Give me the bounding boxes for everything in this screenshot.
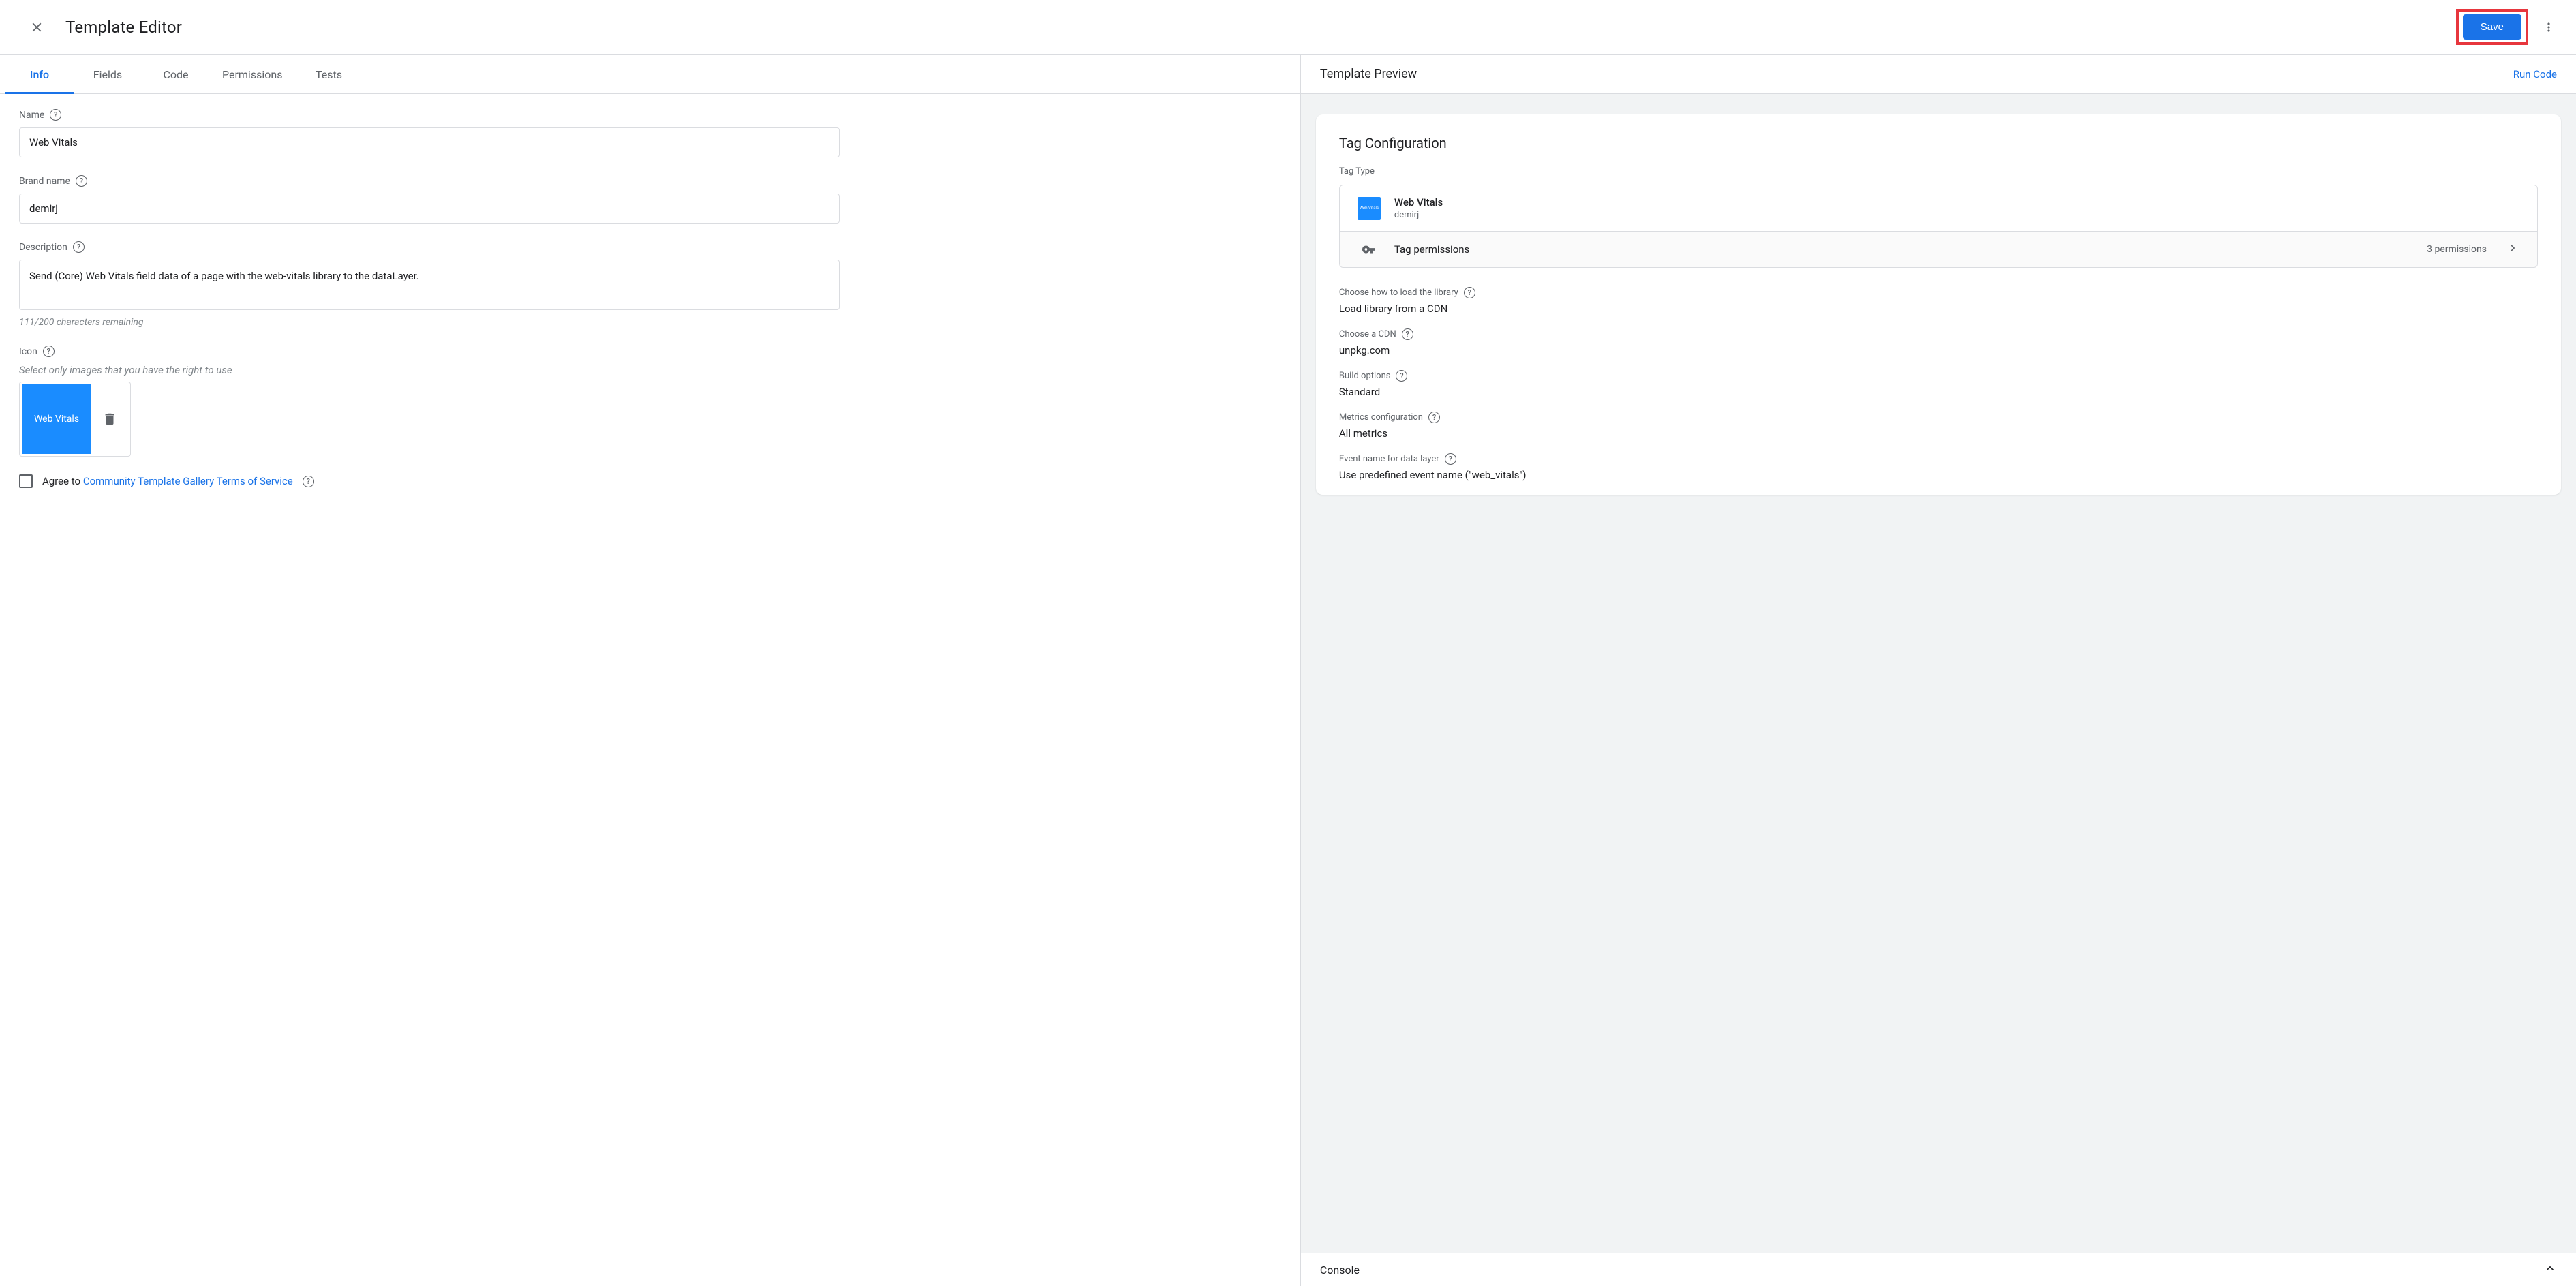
save-highlight: Save xyxy=(2456,9,2528,45)
tab-code[interactable]: Code xyxy=(142,56,210,93)
delete-icon[interactable] xyxy=(91,412,128,427)
description-field[interactable]: Send (Core) Web Vitals field data of a p… xyxy=(19,260,840,310)
help-icon[interactable]: ? xyxy=(76,175,87,187)
more-menu-icon[interactable] xyxy=(2535,14,2562,41)
console-label: Console xyxy=(1320,1264,1360,1276)
tab-permissions[interactable]: Permissions xyxy=(210,56,294,93)
chevron-right-icon xyxy=(2506,241,2519,258)
help-icon[interactable]: ? xyxy=(1402,328,1413,340)
icon-label: Icon xyxy=(19,346,37,357)
config-label: Build options xyxy=(1339,371,1391,381)
config-label: Metrics configuration xyxy=(1339,412,1423,423)
template-icon: Web Vitals xyxy=(22,384,91,454)
tag-config-card: Tag Configuration Tag Type Web Vitals We… xyxy=(1316,114,2561,495)
tag-brand: demirj xyxy=(1394,210,1443,220)
preview-title: Template Preview xyxy=(1320,67,1417,81)
agree-prefix: Agree to xyxy=(42,475,83,487)
permissions-count: 3 permissions xyxy=(2427,244,2487,255)
char-counter: 111/200 characters remaining xyxy=(19,317,1281,328)
config-label: Choose how to load the library xyxy=(1339,288,1458,298)
run-code-button[interactable]: Run Code xyxy=(2513,68,2557,80)
chevron-up-icon xyxy=(2543,1261,2557,1278)
help-icon[interactable]: ? xyxy=(73,241,85,253)
key-icon xyxy=(1358,242,1381,257)
permissions-label: Tag permissions xyxy=(1394,243,1469,256)
config-label: Event name for data layer xyxy=(1339,454,1439,464)
tab-tests[interactable]: Tests xyxy=(294,56,363,93)
page-title: Template Editor xyxy=(65,18,182,37)
brand-input[interactable] xyxy=(19,194,840,224)
help-icon[interactable]: ? xyxy=(1445,453,1456,465)
save-button[interactable]: Save xyxy=(2463,14,2521,40)
preview-body: Tag Configuration Tag Type Web Vitals We… xyxy=(1301,94,2576,1253)
config-value: Load library from a CDN xyxy=(1339,303,2538,315)
config-value: Standard xyxy=(1339,386,2538,398)
description-label: Description xyxy=(19,242,67,253)
console-toggle[interactable]: Console xyxy=(1301,1253,2576,1286)
card-title: Tag Configuration xyxy=(1339,135,2538,151)
config-value: All metrics xyxy=(1339,427,2538,440)
config-label: Choose a CDN xyxy=(1339,329,1396,339)
terms-link[interactable]: Community Template Gallery Terms of Serv… xyxy=(83,475,293,487)
help-icon[interactable]: ? xyxy=(1396,370,1407,382)
help-icon[interactable]: ? xyxy=(303,476,314,487)
help-icon[interactable]: ? xyxy=(1464,287,1475,298)
tag-permissions-row[interactable]: Tag permissions 3 permissions xyxy=(1340,231,2537,267)
left-scroll-area: Name ? Brand name ? Description ? xyxy=(0,94,1300,1286)
tag-type-selector[interactable]: Web Vitals Web Vitals demirj xyxy=(1340,185,2537,231)
close-icon[interactable] xyxy=(20,11,53,44)
name-label: Name xyxy=(19,110,44,121)
terms-checkbox[interactable] xyxy=(19,474,33,488)
config-value: unpkg.com xyxy=(1339,344,2538,356)
help-icon[interactable]: ? xyxy=(50,109,61,121)
help-icon[interactable]: ? xyxy=(43,346,55,357)
icon-hint: Select only images that you have the rig… xyxy=(19,364,1281,376)
tag-type-icon: Web Vitals xyxy=(1358,197,1381,220)
tab-fields[interactable]: Fields xyxy=(74,56,142,93)
topbar: Template Editor Save xyxy=(0,0,2576,55)
name-input[interactable] xyxy=(19,127,840,157)
tag-name: Web Vitals xyxy=(1394,196,1443,209)
config-value: Use predefined event name ("web_vitals") xyxy=(1339,469,2538,481)
icon-preview-box: Web Vitals xyxy=(19,382,131,457)
help-icon[interactable]: ? xyxy=(1428,412,1440,423)
tab-info[interactable]: Info xyxy=(5,56,74,93)
editor-tabs: Info Fields Code Permissions Tests xyxy=(0,55,1300,94)
tag-type-label: Tag Type xyxy=(1339,166,2538,177)
brand-label: Brand name xyxy=(19,176,70,187)
